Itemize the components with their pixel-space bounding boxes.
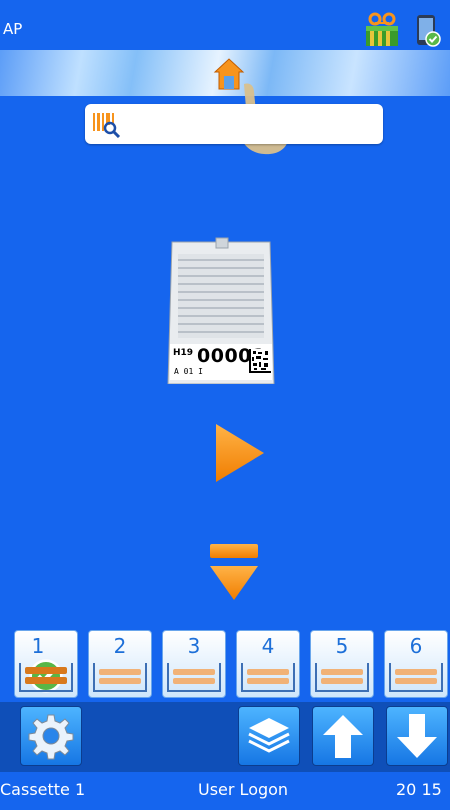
- hopper-button-2[interactable]: 2: [88, 630, 152, 698]
- hopper-tray-icon: [167, 663, 221, 692]
- layers-icon: [248, 718, 290, 753]
- hopper-number: 2: [113, 634, 127, 658]
- status-bar: Cassette 1 User Logon 20 15: [0, 772, 450, 810]
- bottom-toolbar: [0, 702, 450, 772]
- hopper-number: 5: [335, 634, 349, 658]
- layers-button[interactable]: [238, 706, 300, 766]
- arrow-up-button[interactable]: [312, 706, 374, 766]
- hopper-button-1[interactable]: 1: [14, 630, 78, 698]
- hopper-number: 3: [187, 634, 201, 658]
- datamatrix-code-icon: [249, 349, 271, 373]
- cassette-label: H19 00001 A 01 I: [170, 344, 272, 380]
- down-stack-icon[interactable]: [208, 542, 260, 604]
- play-icon[interactable]: [212, 422, 268, 484]
- hopper-tray-icon: [389, 663, 443, 692]
- hopper-button-3[interactable]: 3: [162, 630, 226, 698]
- hopper-tray-icon: [241, 663, 295, 692]
- hopper-button-6[interactable]: 6: [384, 630, 448, 698]
- hopper-button-4[interactable]: 4: [236, 630, 300, 698]
- phone-settings-icon[interactable]: [411, 13, 443, 49]
- user-logon-link[interactable]: User Logon: [198, 780, 288, 799]
- settings-icon: [28, 714, 74, 760]
- hopper-number: 1: [31, 634, 45, 658]
- hopper-number: 4: [261, 634, 275, 658]
- cassette-printer-icon[interactable]: [364, 12, 400, 48]
- arrow-down-button[interactable]: [386, 706, 448, 766]
- label-sub: A 01 I: [174, 367, 203, 376]
- hopper-button-5[interactable]: 5: [310, 630, 374, 698]
- current-cassette-label: Cassette 1: [0, 780, 86, 799]
- arrow-up-icon: [323, 715, 363, 758]
- hopper-tray-icon: [315, 663, 369, 692]
- barcode-search-icon: [93, 113, 121, 138]
- hopper-selector: 1 2 3 4 5 6: [14, 630, 448, 700]
- app-title: AP: [3, 20, 23, 38]
- settings-button[interactable]: [20, 706, 82, 766]
- top-bar: AP: [0, 0, 450, 50]
- barcode-search-field[interactable]: [85, 104, 383, 144]
- hopper-number: 6: [409, 634, 423, 658]
- hopper-tray-icon: [19, 663, 73, 692]
- label-prefix: H19: [173, 348, 194, 358]
- clock-time: 20 15: [396, 780, 442, 799]
- home-bar: [0, 50, 450, 96]
- hopper-tray-icon: [93, 663, 147, 692]
- arrow-down-icon: [397, 714, 437, 758]
